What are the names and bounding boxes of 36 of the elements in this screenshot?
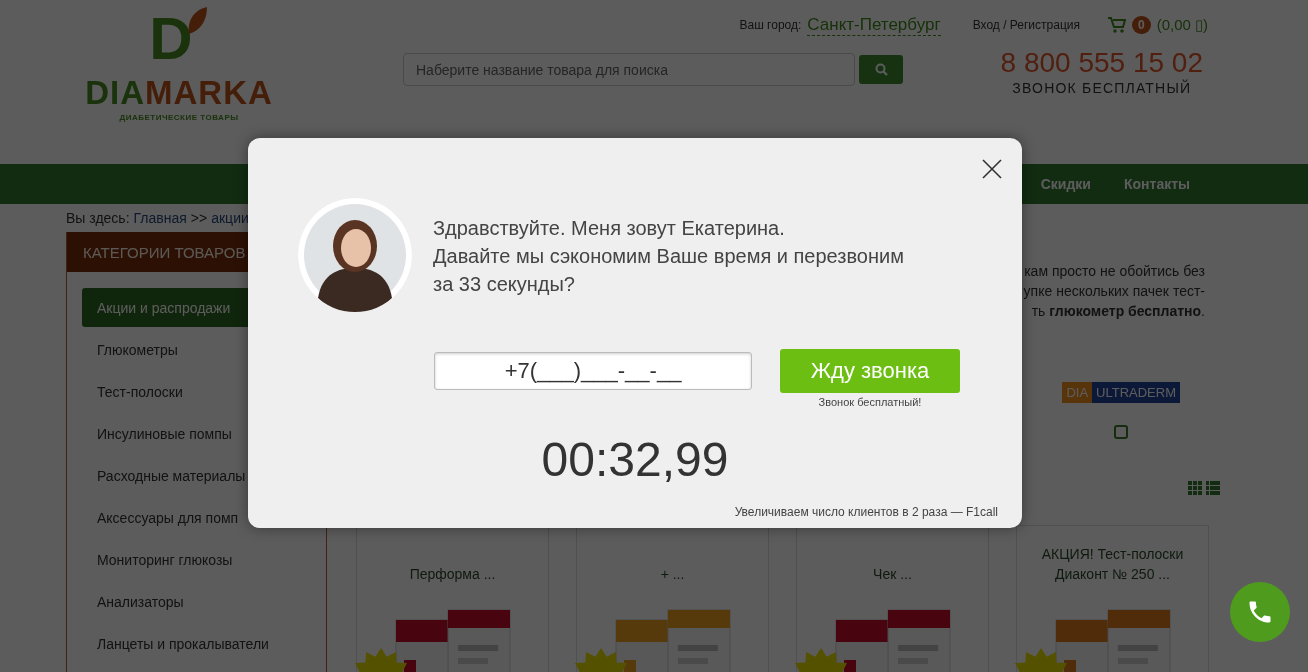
product-card[interactable]: Чек ... <box>796 525 989 672</box>
logo-letter: D <box>149 4 193 74</box>
category-item[interactable]: Мониторинг глюкозы <box>82 540 311 579</box>
product-card[interactable]: АКЦИЯ! Тест-полоски Диаконт № 250 ... <box>1016 525 1209 672</box>
product-title: Перформа ... <box>408 565 497 584</box>
intro-text: кам просто не обойтись без <box>1024 262 1205 281</box>
breadcrumb-link[interactable]: Главная <box>133 210 187 226</box>
city-label: Ваш город: <box>739 18 802 32</box>
phone-number: 8 800 555 15 02 <box>1000 46 1203 79</box>
button-note: Звонок бесплатный! <box>818 396 922 408</box>
category-item[interactable]: Анализаторы <box>82 582 311 621</box>
product-title: Чек ... <box>872 565 913 584</box>
intro-text: ть глюкометр бесплатно. <box>1031 302 1205 321</box>
nav-link[interactable]: Скидки <box>1040 176 1091 192</box>
nav-link[interactable]: Контакты <box>1124 176 1190 192</box>
call-me-button[interactable]: Жду звонка <box>780 349 960 393</box>
login-link[interactable]: Вход / Регистрация <box>972 18 1080 32</box>
product-title: АКЦИЯ! Тест-полоски Диаконт № 250 ... <box>1040 545 1185 584</box>
breadcrumb-text: >> <box>190 210 208 226</box>
cart-count: 0 <box>1131 16 1151 34</box>
credit-text: Увеличиваем число клиентов в 2 раза — F1call <box>734 505 998 519</box>
category-item[interactable]: Ланцеты и прокалыватели <box>82 624 311 663</box>
product-card[interactable]: Перформа ... <box>356 525 549 672</box>
product-card[interactable]: + ... <box>576 525 769 672</box>
city-link[interactable]: Санкт-Петербург <box>807 14 941 36</box>
phone-input[interactable]: +7(___)___-__-__ <box>434 352 752 390</box>
countdown-timer: 00:32,99 <box>540 432 730 487</box>
intro-text: упке нескольких пачек тест- <box>1023 282 1205 301</box>
phone-note: ЗВОНОК БЕСПЛАТНЫЙ <box>1012 80 1192 96</box>
logo-tagline: ДИАБЕТИЧЕСКИЕ ТОВАРЫ <box>119 113 239 122</box>
greeting-text: Здравствуйте. Меня зовут Екатерина. Давайте мы сэкономим Ваше время и перезвоним за 33 секунды? <box>433 216 904 297</box>
breadcrumb-text: Вы здесь: <box>66 210 130 226</box>
logo-wordmark: DIAMARKA <box>85 76 273 110</box>
breadcrumb-link[interactable]: акции <box>211 210 249 226</box>
product-title: + ... <box>659 565 686 584</box>
cart-total: (0,00 ▯) <box>1156 16 1208 34</box>
